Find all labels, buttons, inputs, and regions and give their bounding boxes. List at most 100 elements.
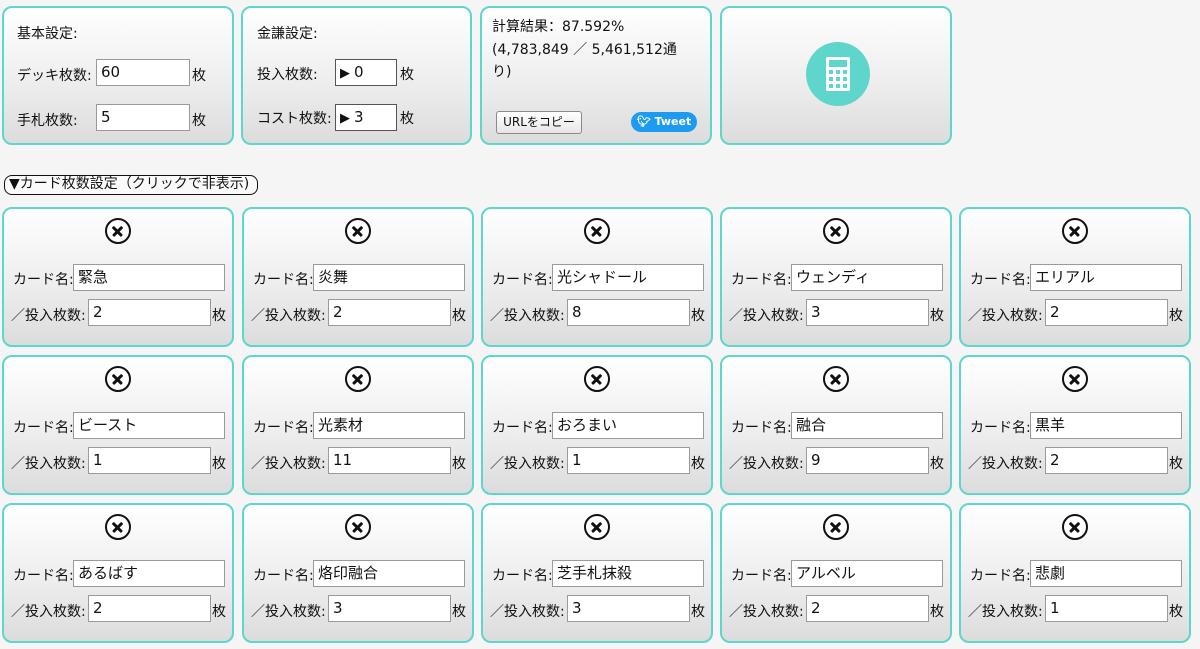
cost-count-select[interactable]: ▶ 3 xyxy=(335,104,397,131)
card-count-input[interactable]: 8 xyxy=(567,299,690,326)
card-count-label: ／投入枚数: xyxy=(968,308,1043,324)
card-panel: カード名: 炎舞 ／投入枚数: 2 枚 xyxy=(242,207,474,347)
card-count-label: ／投入枚数: xyxy=(251,456,326,472)
hand-count-input[interactable]: 5 xyxy=(96,104,190,131)
card-count-input[interactable]: 2 xyxy=(328,299,451,326)
card-count-input[interactable]: 2 xyxy=(1045,447,1168,474)
remove-card-icon[interactable] xyxy=(584,514,610,540)
card-name-label: カード名: xyxy=(492,420,553,436)
remove-card-icon[interactable] xyxy=(823,218,849,244)
card-count-label: ／投入枚数: xyxy=(11,604,86,620)
card-count-label: ／投入枚数: xyxy=(968,456,1043,472)
remove-card-icon[interactable] xyxy=(823,514,849,540)
card-name-input[interactable]: 烙印融合 xyxy=(313,560,465,587)
card-name-input[interactable]: 炎舞 xyxy=(313,264,465,291)
card-count-unit: 枚 xyxy=(691,308,705,324)
card-panel: カード名: ビースト ／投入枚数: 1 枚 xyxy=(2,355,234,495)
tweet-button[interactable]: 🐦︎ Tweet xyxy=(631,112,697,132)
remove-card-icon[interactable] xyxy=(1062,514,1088,540)
card-panel: カード名: アルベル ／投入枚数: 2 枚 xyxy=(720,503,952,643)
card-count-label: ／投入枚数: xyxy=(490,308,565,324)
remove-card-icon[interactable] xyxy=(345,366,371,392)
card-count-unit: 枚 xyxy=(930,308,944,324)
calculate-button[interactable] xyxy=(720,6,952,145)
card-count-label: ／投入枚数: xyxy=(11,456,86,472)
card-name-label: カード名: xyxy=(731,568,792,584)
basic-settings-title: 基本設定: xyxy=(17,26,78,42)
card-panel: カード名: おろまい ／投入枚数: 1 枚 xyxy=(481,355,713,495)
card-name-input[interactable]: アルベル xyxy=(791,560,943,587)
deck-count-unit: 枚 xyxy=(192,68,206,84)
card-name-input[interactable]: ウェンディ xyxy=(791,264,943,291)
cost-settings-panel: 金謙設定: 投入枚数: ▶ 0 枚 コスト枚数: ▶ 3 枚 xyxy=(241,6,472,145)
result-detail-cont: り) xyxy=(492,64,512,80)
card-name-input[interactable]: あるばす xyxy=(73,560,225,587)
card-name-input[interactable]: 黒羊 xyxy=(1030,412,1182,439)
card-count-label: ／投入枚数: xyxy=(729,456,804,472)
card-name-label: カード名: xyxy=(731,420,792,436)
card-name-input[interactable]: おろまい xyxy=(552,412,704,439)
card-count-unit: 枚 xyxy=(452,604,466,620)
card-count-label: ／投入枚数: xyxy=(968,604,1043,620)
card-count-input[interactable]: 2 xyxy=(88,299,211,326)
card-name-label: カード名: xyxy=(970,568,1031,584)
card-panel: カード名: 融合 ／投入枚数: 9 枚 xyxy=(720,355,952,495)
remove-card-icon[interactable] xyxy=(105,218,131,244)
card-settings-toggle[interactable]: ▼カード枚数設定（クリックで非表示) xyxy=(4,175,259,195)
play-triangle-icon: ▶ xyxy=(340,66,350,81)
remove-card-icon[interactable] xyxy=(105,514,131,540)
card-name-input[interactable]: エリアル xyxy=(1030,264,1182,291)
card-count-label: ／投入枚数: xyxy=(490,604,565,620)
put-count-select[interactable]: ▶ 0 xyxy=(335,59,397,86)
card-panel: カード名: ウェンディ ／投入枚数: 3 枚 xyxy=(720,207,952,347)
card-count-input[interactable]: 3 xyxy=(567,595,690,622)
card-count-input[interactable]: 3 xyxy=(328,595,451,622)
put-count-label: 投入枚数: xyxy=(257,67,318,83)
deck-count-label: デッキ枚数: xyxy=(17,68,92,84)
card-count-unit: 枚 xyxy=(1169,456,1183,472)
deck-count-input[interactable]: 60 xyxy=(96,59,190,86)
card-name-input[interactable]: 光シャドール xyxy=(552,264,704,291)
card-count-input[interactable]: 2 xyxy=(88,595,211,622)
card-count-label: ／投入枚数: xyxy=(729,308,804,324)
remove-card-icon[interactable] xyxy=(1062,218,1088,244)
basic-settings-panel: 基本設定: デッキ枚数: 60 枚 手札枚数: 5 枚 xyxy=(2,6,234,145)
card-count-unit: 枚 xyxy=(212,604,226,620)
hand-count-unit: 枚 xyxy=(192,113,206,129)
card-name-input[interactable]: ビースト xyxy=(73,412,225,439)
card-count-input[interactable]: 9 xyxy=(806,447,929,474)
card-name-input[interactable]: 芝手札抹殺 xyxy=(552,560,704,587)
card-name-label: カード名: xyxy=(731,272,792,288)
put-count-unit: 枚 xyxy=(400,67,414,83)
card-count-input[interactable]: 3 xyxy=(806,299,929,326)
remove-card-icon[interactable] xyxy=(584,366,610,392)
card-name-label: カード名: xyxy=(13,568,74,584)
card-count-unit: 枚 xyxy=(930,604,944,620)
card-name-input[interactable]: 悲劇 xyxy=(1030,560,1182,587)
remove-card-icon[interactable] xyxy=(1062,366,1088,392)
card-count-input[interactable]: 11 xyxy=(328,447,451,474)
remove-card-icon[interactable] xyxy=(823,366,849,392)
remove-card-icon[interactable] xyxy=(584,218,610,244)
card-name-input[interactable]: 緊急 xyxy=(73,264,225,291)
card-panel: カード名: 芝手札抹殺 ／投入枚数: 3 枚 xyxy=(481,503,713,643)
hand-count-label: 手札枚数: xyxy=(17,113,78,129)
copy-url-button[interactable]: URLをコピー xyxy=(496,111,582,134)
card-count-input[interactable]: 1 xyxy=(567,447,690,474)
card-name-input[interactable]: 融合 xyxy=(791,412,943,439)
card-panel: カード名: 黒羊 ／投入枚数: 2 枚 xyxy=(959,355,1191,495)
card-name-label: カード名: xyxy=(970,420,1031,436)
card-count-input[interactable]: 1 xyxy=(1045,595,1168,622)
remove-card-icon[interactable] xyxy=(345,514,371,540)
card-name-input[interactable]: 光素材 xyxy=(313,412,465,439)
card-panel: カード名: あるばす ／投入枚数: 2 枚 xyxy=(2,503,234,643)
remove-card-icon[interactable] xyxy=(345,218,371,244)
card-count-input[interactable]: 1 xyxy=(88,447,211,474)
card-panel: カード名: 悲劇 ／投入枚数: 1 枚 xyxy=(959,503,1191,643)
calculator-icon-circle xyxy=(806,42,870,106)
remove-card-icon[interactable] xyxy=(105,366,131,392)
card-count-input[interactable]: 2 xyxy=(806,595,929,622)
card-count-label: ／投入枚数: xyxy=(11,308,86,324)
result-panel: 計算結果：87.592% (4,783,849 ／ 5,461,512通 り) … xyxy=(480,6,712,145)
card-count-input[interactable]: 2 xyxy=(1045,299,1168,326)
